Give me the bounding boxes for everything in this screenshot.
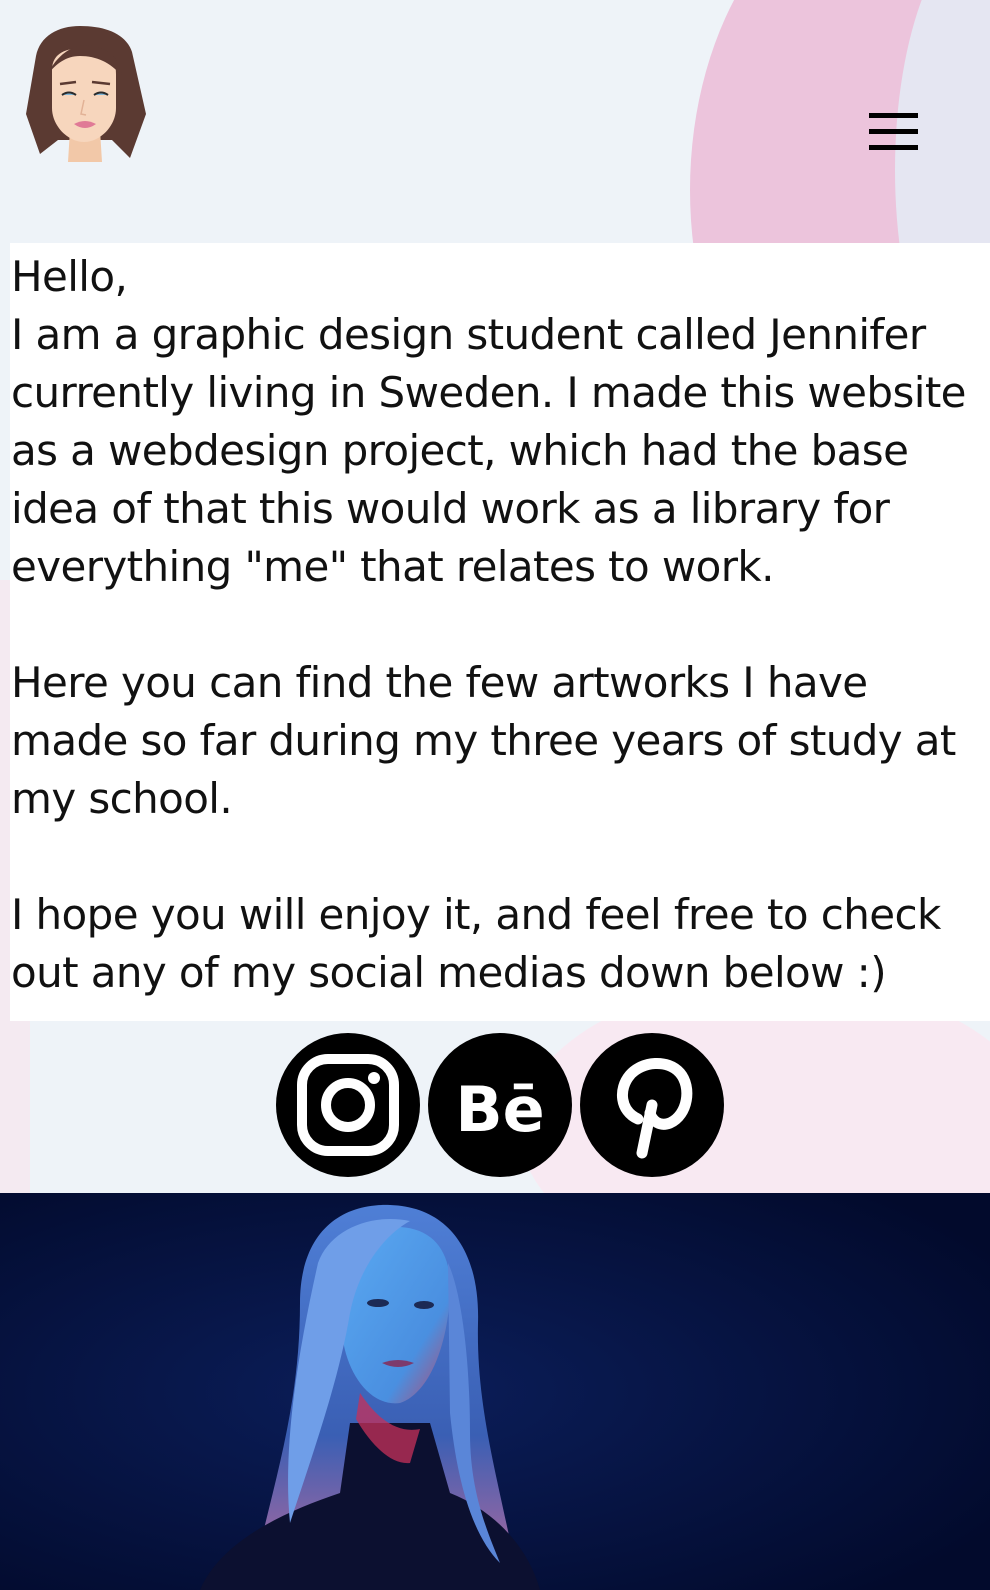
portrait-photo	[0, 1193, 990, 1590]
intro-greeting: Hello,	[11, 252, 128, 301]
instagram-link[interactable]	[276, 1033, 420, 1177]
menu-bar	[869, 113, 918, 118]
intro-section: Hello, I am a graphic design student cal…	[10, 243, 990, 1021]
intro-paragraph: Here you can find the few artworks I hav…	[11, 658, 956, 823]
avatar-logo-icon	[26, 26, 146, 162]
intro-paragraph: I hope you will enjoy it, and feel free …	[11, 890, 941, 997]
intro-paragraph: I am a graphic design student called Jen…	[11, 310, 967, 591]
behance-icon: Bē	[455, 1073, 544, 1146]
menu-bar	[869, 129, 918, 134]
portrait-image	[0, 1193, 990, 1590]
instagram-icon	[297, 1054, 399, 1156]
behance-link[interactable]: Bē	[428, 1033, 572, 1177]
menu-bar	[869, 145, 918, 150]
logo-link[interactable]	[18, 22, 152, 167]
social-links: Bē	[0, 1021, 990, 1193]
site-header	[0, 0, 990, 234]
hamburger-menu-icon[interactable]	[866, 110, 920, 154]
pinterest-icon	[617, 1058, 693, 1159]
behance-glyph: Bē	[455, 1073, 544, 1146]
pinterest-link[interactable]	[580, 1033, 724, 1177]
